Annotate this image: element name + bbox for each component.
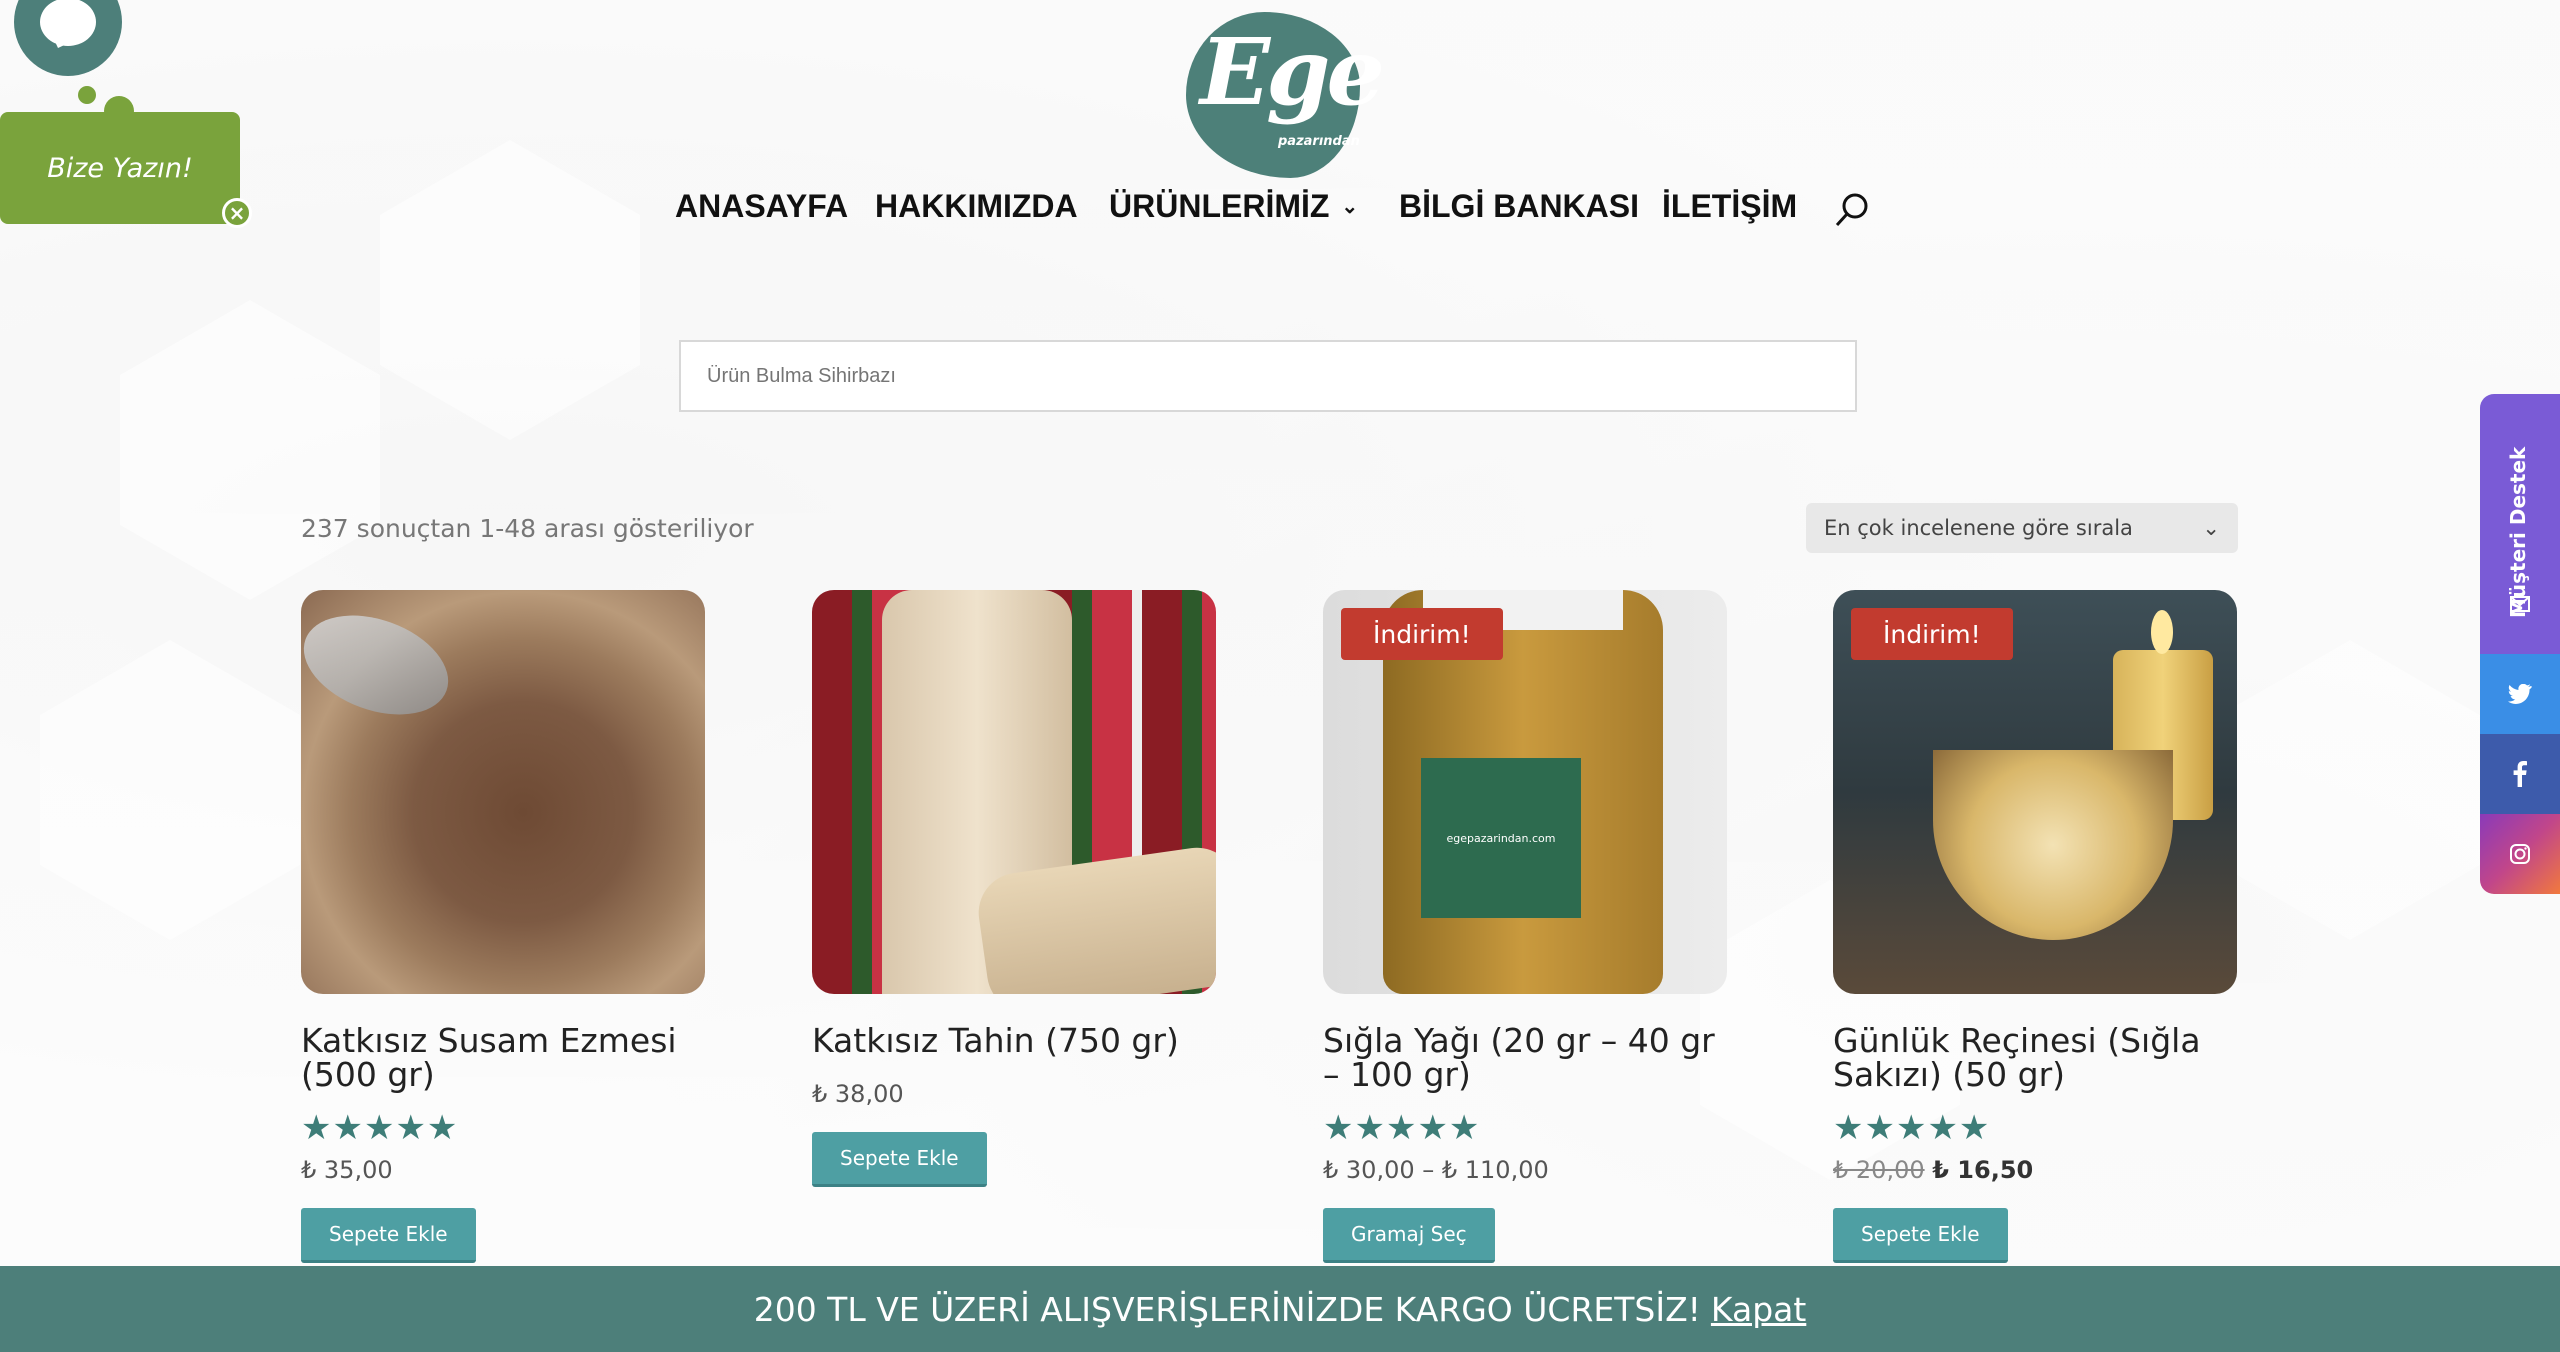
mail-icon [2510,596,2530,612]
product-sale-price: ₺ 16,50 [1932,1156,2034,1184]
logo-text: Ege [1200,18,1385,126]
chat-callout-label: Bize Yazın! [47,152,193,184]
sale-badge: İndirim! [1851,608,2013,660]
rating-stars-icon: ★★★★★ [1833,1108,1991,1148]
product-title[interactable]: Günlük Reçinesi (Sığla Sakızı) (50 gr) [1833,1024,2237,1092]
select-weight-button[interactable]: Gramaj Seç [1323,1208,1495,1263]
result-count: 237 sonuçtan 1-48 arası gösteriliyor [301,514,754,543]
jar-label-text: egepazarindan.com [1446,831,1556,845]
instagram-button[interactable] [2480,814,2560,894]
product-price: ₺ 38,00 [812,1080,904,1108]
sort-select[interactable]: En çok incelenene göre sırala ⌄ [1806,503,2238,553]
sale-badge: İndirim! [1341,608,1503,660]
product-image[interactable] [812,590,1216,994]
twitter-icon [2508,684,2532,704]
logo-subtext: pazarından [1278,134,1360,149]
nav-item-bilgi-bankasi[interactable]: BİLGİ BANKASI [1399,188,1639,225]
banner-text: 200 TL VE ÜZERİ ALIŞVERİŞLERİNİZDE KARGO… [753,1289,1701,1329]
chevron-down-icon: ⌄ [1341,196,1359,218]
main-navigation: ANASAYFA HAKKIMIZDA ÜRÜNLERİMİZ ⌄ BİLGİ B… [0,188,2560,228]
product-search-input[interactable] [679,340,1857,412]
product-image[interactable] [301,590,705,994]
add-to-cart-button[interactable]: Sepete Ekle [301,1208,476,1263]
facebook-button[interactable] [2480,734,2560,814]
product-card: İndirim! Günlük Reçinesi (Sığla Sakızı) … [1833,590,2237,1263]
sort-select-value: En çok incelenene göre sırala [1824,516,2133,540]
facebook-icon [2513,761,2527,787]
product-card: egepazarindan.com İndirim! Sığla Yağı (2… [1323,590,1727,1263]
free-shipping-banner: 200 TL VE ÜZERİ ALIŞVERİŞLERİNİZDE KARGO… [0,1266,2560,1352]
nav-item-urunlerimiz-label: ÜRÜNLERİMİZ [1109,188,1330,224]
nav-item-hakkimizda[interactable]: HAKKIMIZDA [875,188,1078,225]
add-to-cart-button[interactable]: Sepete Ekle [812,1132,987,1187]
product-title[interactable]: Katkısız Susam Ezmesi (500 gr) [301,1024,705,1092]
chat-dot [78,86,96,104]
chevron-down-icon: ⌄ [2202,516,2220,540]
nav-item-urunlerimiz[interactable]: ÜRÜNLERİMİZ ⌄ [1109,188,1358,225]
add-to-cart-button[interactable]: Sepete Ekle [1833,1208,2008,1263]
product-price: ₺ 30,00 – ₺ 110,00 [1323,1156,1549,1184]
rating-stars-icon: ★★★★★ [1323,1108,1481,1148]
banner-close-link[interactable]: Kapat [1711,1290,1806,1329]
jar-label: egepazarindan.com [1421,758,1581,918]
nav-item-iletisim[interactable]: İLETİŞİM [1662,188,1797,225]
product-card: Katkısız Tahin (750 gr) ₺ 38,00 Sepete E… [812,590,1216,1187]
product-image[interactable]: egepazarindan.com İndirim! [1323,590,1727,994]
product-card: Katkısız Susam Ezmesi (500 gr) ★★★★★ ₺ 3… [301,590,705,1263]
chat-bubble-icon [40,0,96,46]
customer-support-label: Müşteri Destek [2506,446,2530,618]
customer-support-tab[interactable]: Müşteri Destek [2480,394,2560,654]
twitter-button[interactable] [2480,654,2560,734]
product-price: ₺ 20,00 ₺ 16,50 [1833,1156,2237,1184]
rating-stars-icon: ★★★★★ [301,1108,459,1148]
nav-item-anasayfa[interactable]: ANASAYFA [675,188,848,225]
instagram-icon [2510,844,2530,864]
product-old-price: ₺ 20,00 [1833,1156,1925,1184]
product-price: ₺ 35,00 [301,1156,393,1184]
product-title[interactable]: Katkısız Tahin (750 gr) [812,1024,1216,1058]
product-image[interactable]: İndirim! [1833,590,2237,994]
search-icon[interactable] [1832,190,1872,230]
product-title[interactable]: Sığla Yağı (20 gr – 40 gr – 100 gr) [1323,1024,1727,1092]
